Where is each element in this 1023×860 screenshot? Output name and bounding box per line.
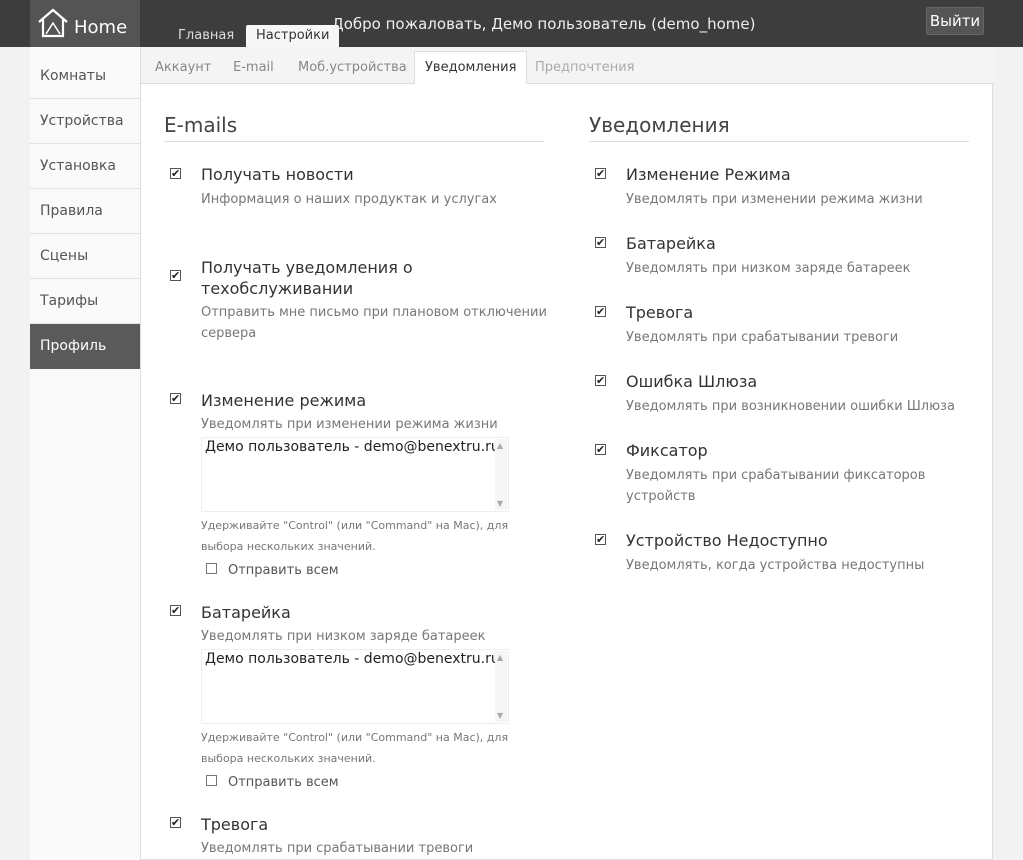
sidebar: Комнаты Устройства Установка Правила Сце… bbox=[30, 47, 141, 860]
mode-change-recipients-select[interactable]: Демо пользователь - demo@benextru.ru ▲ ▼ bbox=[201, 437, 509, 512]
sidebar-item-rules[interactable]: Правила bbox=[30, 189, 140, 234]
notify-gateway-error-title: Ошибка Шлюза bbox=[626, 372, 758, 391]
tab-settings[interactable]: Настройки bbox=[246, 25, 340, 47]
sidebar-item-profile[interactable]: Профиль bbox=[30, 324, 140, 369]
tab-preferences[interactable]: Предпочтения bbox=[525, 51, 645, 84]
top-bar: Home Главная Настройки Добро пожаловать,… bbox=[0, 0, 1023, 47]
notify-battery-title: Батарейка bbox=[626, 234, 716, 253]
news-title: Получать новости bbox=[201, 165, 354, 184]
sidebar-item-setup[interactable]: Установка bbox=[30, 144, 140, 189]
checkbox-battery[interactable]: ✔ bbox=[170, 605, 181, 616]
checkbox-mode-change-send-all[interactable] bbox=[206, 563, 217, 574]
logo-text: Home bbox=[74, 17, 128, 38]
mode-change-hint: Удерживайте "Control" (или "Command" на … bbox=[201, 519, 509, 553]
select-option[interactable]: Демо пользователь - demo@benextru.ru bbox=[205, 439, 500, 455]
news-desc: Информация о наших продуктак и услугах bbox=[201, 192, 497, 207]
mode-change-desc: Уведомлять при изменении режима жизни bbox=[201, 417, 498, 432]
maintenance-title: Получать уведомления о техобслуживании bbox=[201, 258, 413, 298]
select-scrollbar[interactable]: ▲ ▼ bbox=[495, 439, 507, 510]
checkbox-maintenance[interactable]: ✔ bbox=[170, 270, 181, 281]
mode-change-send-all-label[interactable]: Отправить всем bbox=[228, 563, 339, 578]
sidebar-item-rooms[interactable]: Комнаты bbox=[30, 54, 140, 99]
battery-title: Батарейка bbox=[201, 603, 291, 622]
sidebar-item-tariffs[interactable]: Тарифы bbox=[30, 279, 140, 324]
subtabs: Аккаунт E-mail Моб.устройства Уведомлени… bbox=[141, 47, 994, 84]
select-option[interactable]: Демо пользователь - demo@benextru.ru bbox=[205, 651, 500, 667]
emails-divider bbox=[164, 141, 544, 142]
scroll-up-icon[interactable]: ▲ bbox=[497, 653, 503, 662]
tab-home[interactable]: Главная bbox=[168, 25, 244, 47]
mode-change-title: Изменение режима bbox=[201, 391, 367, 410]
welcome-text: Добро пожаловать, Демо пользователь (dem… bbox=[332, 15, 756, 33]
checkbox-notify-gateway-error[interactable]: ✔ bbox=[595, 375, 606, 386]
notifications-divider bbox=[589, 141, 969, 142]
checkbox-battery-send-all[interactable] bbox=[206, 775, 217, 786]
checkbox-notify-alarm[interactable]: ✔ bbox=[595, 306, 606, 317]
tab-mobile-devices[interactable]: Моб.устройства bbox=[288, 51, 417, 84]
logo[interactable]: Home bbox=[30, 0, 140, 47]
logout-button[interactable]: Выйти bbox=[926, 7, 984, 35]
checkbox-notify-mode-change[interactable]: ✔ bbox=[595, 168, 606, 179]
notify-latch-title: Фиксатор bbox=[626, 441, 708, 460]
checkbox-alarm[interactable]: ✔ bbox=[170, 817, 181, 828]
tab-email[interactable]: E-mail bbox=[223, 51, 284, 84]
house-icon bbox=[38, 8, 68, 38]
select-scrollbar[interactable]: ▲ ▼ bbox=[495, 651, 507, 722]
scroll-down-icon[interactable]: ▼ bbox=[497, 711, 503, 720]
main-content: Аккаунт E-mail Моб.устройства Уведомлени… bbox=[140, 47, 994, 860]
battery-recipients-select[interactable]: Демо пользователь - demo@benextru.ru ▲ ▼ bbox=[201, 649, 509, 724]
notify-device-unavailable-title: Устройство Недоступно bbox=[626, 531, 828, 550]
checkbox-notify-battery[interactable]: ✔ bbox=[595, 237, 606, 248]
alarm-title: Тревога bbox=[201, 815, 269, 834]
tab-account[interactable]: Аккаунт bbox=[145, 51, 221, 84]
scroll-up-icon[interactable]: ▲ bbox=[497, 441, 503, 450]
checkbox-notify-latch[interactable]: ✔ bbox=[595, 444, 606, 455]
notify-gateway-error-desc: Уведомлять при возникновении ошибки Шлюз… bbox=[626, 399, 955, 414]
notifications-section-title: Уведомления bbox=[589, 113, 730, 137]
notify-mode-change-title: Изменение Режима bbox=[626, 165, 791, 184]
battery-send-all-label[interactable]: Отправить всем bbox=[228, 775, 339, 790]
checkbox-news[interactable]: ✔ bbox=[170, 168, 181, 179]
notify-alarm-desc: Уведомлять при срабатывании тревоги bbox=[626, 330, 899, 345]
checkbox-mode-change[interactable]: ✔ bbox=[170, 393, 181, 404]
notify-latch-desc: Уведомлять при срабатывании фиксаторов у… bbox=[626, 468, 926, 504]
scroll-down-icon[interactable]: ▼ bbox=[497, 499, 503, 508]
alarm-desc: Уведомлять при срабатывании тревоги bbox=[201, 841, 474, 856]
sidebar-item-scenes[interactable]: Сцены bbox=[30, 234, 140, 279]
notify-device-unavailable-desc: Уведомлять, когда устройства недоступны bbox=[626, 558, 925, 573]
notify-mode-change-desc: Уведомлять при изменении режима жизни bbox=[626, 192, 923, 207]
emails-section-title: E-mails bbox=[164, 113, 238, 137]
checkbox-notify-device-unavailable[interactable]: ✔ bbox=[595, 534, 606, 545]
battery-hint: Удерживайте "Control" (или "Command" на … bbox=[201, 731, 509, 765]
tab-notifications[interactable]: Уведомления bbox=[414, 51, 528, 84]
battery-desc: Уведомлять при низком заряде батареек bbox=[201, 629, 486, 644]
notify-alarm-title: Тревога bbox=[626, 303, 694, 322]
notify-battery-desc: Уведомлять при низком заряде батареек bbox=[626, 261, 911, 276]
sidebar-item-devices[interactable]: Устройства bbox=[30, 99, 140, 144]
maintenance-desc: Отправить мне письмо при плановом отключ… bbox=[201, 305, 547, 341]
